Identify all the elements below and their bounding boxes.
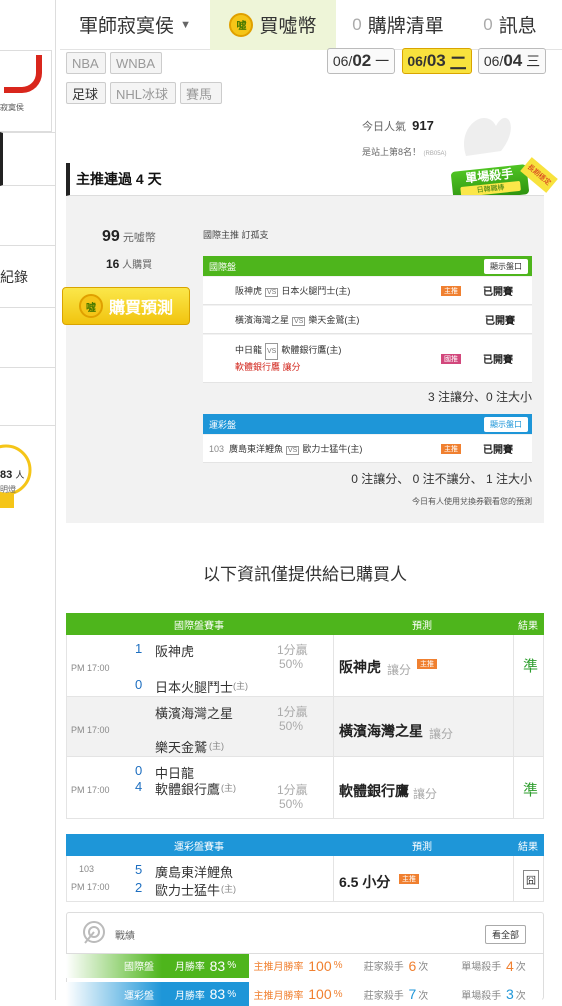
main-label: 國際主推 訂孤支 — [203, 230, 269, 240]
rank: 是站上第8名！ (RB05A) — [362, 147, 447, 157]
cart-label: 購牌清單 — [367, 16, 444, 37]
filter-nhl[interactable]: NHL冰球 — [110, 82, 176, 104]
lottery-summary: 0 注讓分、 0 注不讓分、 1 注大小 — [351, 472, 532, 486]
result-miss: 囧 — [523, 870, 539, 889]
buy-coin-label: 買噓幣 — [259, 16, 317, 37]
view-all-button[interactable]: 看全部 — [485, 925, 527, 944]
buy-predict-button[interactable]: 噓購買預測 — [62, 287, 190, 325]
price: 99 元噓幣 — [102, 228, 156, 245]
logo-mark — [4, 55, 42, 93]
table-row: 103 PM 17:00 5 廣島東洋鯉魚 2 歐力士猛牛 (主) 6.5 小分 主推 囧 — [67, 856, 543, 901]
country-mark: 國推 — [441, 353, 461, 364]
date-0602[interactable]: 06/02 一 — [327, 48, 395, 74]
username: 軍師寂寞侯 — [79, 16, 175, 37]
sidebar-item-2[interactable] — [0, 186, 56, 246]
intl-row-2: 橫濱海灣之星 VS 樂天金鷲(主) 已開賽 — [203, 306, 532, 334]
msg-label: 訊息 — [498, 16, 537, 37]
user-logo[interactable] — [0, 50, 52, 132]
notice: 以下資訊僅提供給已購買人 — [203, 565, 407, 584]
lottery-row-1: 103 廣島東洋鯉魚 VS 歐力士猛牛(主) 主推 已開賽 — [203, 435, 532, 463]
lottery-table: 103 PM 17:00 5 廣島東洋鯉魚 2 歐力士猛牛 (主) 6.5 小分 主推 囧 — [66, 856, 544, 902]
table-row: PM 17:00 橫濱海灣之星 樂天金鷲 (主) 1分贏 50% 橫濱海灣之星 讓分 — [67, 697, 543, 757]
main-mark: 主推 — [441, 443, 461, 454]
sidebar-item-records[interactable]: 紀錄 — [0, 246, 56, 308]
status: 已開賽 — [485, 316, 515, 327]
game-no: 103 — [209, 443, 225, 454]
intl-summary: 3 注讓分、0 注大小 — [427, 390, 532, 404]
popularity: 今日人氣 917 — [362, 118, 434, 133]
date-0604[interactable]: 06/04 三 — [478, 48, 546, 74]
sidebar-item-1[interactable] — [0, 132, 56, 186]
decorative-leaf-icon — [463, 117, 511, 156]
intl-row-1: 阪神虎 VS 日本火腿鬥士(主) 主推 已開賽 — [203, 277, 532, 305]
status: 已開賽 — [483, 355, 513, 366]
buy-coin-button[interactable]: 噓買噓幣 — [210, 0, 336, 50]
coin-icon: 噓 — [229, 12, 254, 37]
bulb-count: 83 人 — [0, 469, 25, 481]
record-row-intl: 國際盤 月勝率 83% 主推月勝率 100% 莊家殺手 6次 單場殺手 4次 — [66, 953, 544, 978]
sidebar-item-records-label: 紀錄 — [0, 268, 28, 285]
main-mark: 主推 — [441, 285, 461, 296]
intl-table: PM 17:00 1 阪神虎 0 日本火腿鬥士 (主) 1分贏 50% 阪神虎 讓分 主推 … — [66, 635, 544, 819]
messages-button[interactable]: 0 訊息 — [460, 0, 560, 50]
matchup: 橫濱海灣之星 VS 樂天金鷲(主) — [235, 315, 360, 326]
coin-icon: 噓 — [78, 294, 103, 318]
matchup: 廣島東洋鯉魚 VS 歐力士猛牛(主) — [229, 444, 363, 455]
user-menu[interactable]: 軍師寂寞侯 ▼ — [60, 0, 210, 50]
coupon-note: 今日有人使用兌換券觀看您的預測 — [412, 497, 532, 506]
record-label: 戰績 — [115, 931, 135, 942]
bulb-sub: 明燈 — [0, 485, 16, 494]
intl-bar: 國際盤 顯示盤口 — [203, 256, 532, 276]
logo-name: 寂寞侯 — [0, 103, 24, 112]
target-icon — [83, 921, 105, 944]
matchup: 阪神虎 VS 日本火腿鬥士(主) — [235, 286, 351, 297]
result-hit: 準 — [523, 782, 539, 799]
show-odds-button[interactable]: 顯示盤口 — [484, 258, 528, 274]
caret-down-icon: ▼ — [180, 18, 191, 31]
sidebar-item-4[interactable] — [0, 308, 56, 368]
record-row-lottery: 運彩盤 月勝率 83% 主推月勝率 100% 莊家殺手 7次 單場殺手 3次 — [66, 982, 544, 1006]
table-row: PM 17:00 1 阪神虎 0 日本火腿鬥士 (主) 1分贏 50% 阪神虎 讓分 主推 … — [67, 635, 543, 697]
date-0603[interactable]: 06/03 二 — [402, 48, 472, 74]
cart-count: 0 — [352, 14, 362, 34]
cart-button[interactable]: 0 購牌清單 — [336, 0, 460, 50]
buy-predict-label: 購買預測 — [108, 300, 173, 317]
lottery-bar: 運彩盤 顯示盤口 — [203, 414, 532, 434]
result-hit: 準 — [523, 658, 539, 675]
filter-wnba[interactable]: WNBA — [110, 52, 162, 74]
msg-count: 0 — [483, 14, 493, 34]
filter-horse[interactable]: 賽馬 — [180, 82, 222, 104]
top-bar: 軍師寂寞侯 ▼ 噓買噓幣 0 購牌清單 0 訊息 — [60, 0, 562, 50]
filter-nba[interactable]: NBA — [66, 52, 106, 74]
status: 已開賽 — [483, 445, 513, 456]
intl-row-3: 中日龍 VS 軟體銀行鷹(主) 軟體銀行鷹 讓分 國推 已開賽 — [203, 335, 532, 383]
table-row: PM 17:00 0 中日龍 4 軟體銀行鷹 (主) 1分贏 50% 軟體銀行鷹 讓分 準 — [67, 757, 543, 819]
buyers: 16 人購買 — [106, 257, 153, 271]
intl-table-header: 國際盤賽事 預測 結果 — [66, 613, 544, 635]
sidebar-item-5[interactable] — [0, 368, 56, 426]
filter-soccer[interactable]: 足球 — [66, 82, 106, 104]
matchup: 中日龍 VS 軟體銀行鷹(主) 軟體銀行鷹 讓分 — [235, 342, 342, 372]
panel-title: 主推連過 4 天 — [66, 163, 544, 196]
status: 已開賽 — [483, 287, 513, 298]
lottery-table-header: 運彩盤賽事 預測 結果 — [66, 834, 544, 856]
show-odds-button-2[interactable]: 顯示盤口 — [484, 416, 528, 432]
